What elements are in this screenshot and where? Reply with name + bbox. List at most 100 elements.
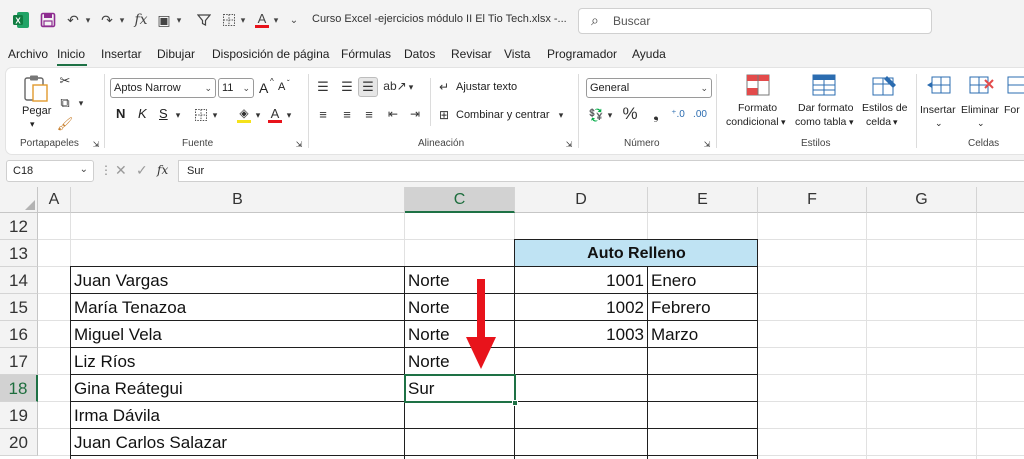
row-header-17[interactable]: 17: [0, 348, 38, 375]
redo-icon[interactable]: ↷: [96, 10, 118, 30]
underline-dropdown-icon[interactable]: ▾: [173, 108, 183, 122]
insert-button[interactable]: Insertar: [920, 104, 956, 116]
font-size-select[interactable]: 11 ⌄: [218, 78, 254, 98]
insert-function-icon[interactable]: fx: [157, 163, 168, 177]
cell-e15[interactable]: Febrero: [648, 294, 757, 321]
copy-icon[interactable]: ⧉: [56, 94, 74, 112]
paste-dropdown-icon[interactable]: ▾: [30, 119, 35, 130]
row-header-19[interactable]: 19: [0, 402, 38, 429]
tab-vista[interactable]: Vista: [504, 47, 530, 61]
tab-dibujar[interactable]: Dibujar: [157, 47, 195, 61]
column-header-e[interactable]: E: [648, 187, 758, 213]
align-center-icon[interactable]: ≡: [338, 105, 356, 123]
font-color-icon[interactable]: A: [253, 10, 271, 30]
wrap-text-button[interactable]: Ajustar texto: [456, 81, 517, 93]
customize-toolbar-icon[interactable]: ⌄: [288, 10, 300, 30]
insert-cells-icon[interactable]: [926, 74, 952, 98]
font-color-dropdown-icon[interactable]: ▾: [271, 10, 281, 30]
row-header-15[interactable]: 15: [0, 294, 38, 321]
cell-d14[interactable]: 1001: [515, 267, 647, 294]
save-icon[interactable]: [38, 10, 58, 30]
align-middle-icon[interactable]: ☰: [338, 78, 356, 96]
align-bottom-icon[interactable]: ☰: [358, 77, 378, 97]
align-right-icon[interactable]: ≡: [360, 105, 378, 123]
name-box[interactable]: C18 ⌄: [6, 160, 94, 182]
decrease-indent-icon[interactable]: ⇤: [384, 105, 402, 123]
cell-c19[interactable]: [405, 402, 514, 429]
row-header-12[interactable]: 12: [0, 213, 38, 240]
column-header-a[interactable]: A: [38, 187, 71, 213]
cell-styles-label1[interactable]: Estilos de: [862, 102, 908, 114]
align-top-icon[interactable]: ☰: [314, 78, 332, 96]
format-as-table-label2[interactable]: como tabla: [795, 116, 846, 128]
merge-center-icon[interactable]: ⊞: [436, 106, 452, 124]
portapapeles-launcher-icon[interactable]: ⇲: [91, 138, 101, 150]
undo-dropdown-icon[interactable]: ▾: [83, 10, 93, 30]
row-header-13[interactable]: 13: [0, 240, 38, 267]
select-all-corner[interactable]: [0, 187, 38, 213]
tab-archivo[interactable]: Archivo: [8, 47, 48, 61]
tab-disposicion[interactable]: Disposición de página: [212, 47, 329, 61]
paste-icon[interactable]: [22, 74, 50, 104]
borders-button-icon[interactable]: [192, 106, 210, 124]
orientation-dropdown-icon[interactable]: ▾: [406, 80, 416, 94]
font-color-ribbon-dropdown-icon[interactable]: ▾: [284, 108, 294, 122]
excel-icon[interactable]: X: [10, 10, 32, 30]
tab-inicio[interactable]: Inicio: [57, 47, 85, 61]
delete-cells-icon[interactable]: [968, 74, 994, 98]
column-header-next[interactable]: [977, 187, 1024, 213]
bold-button[interactable]: N: [116, 106, 125, 121]
cell-styles-icon[interactable]: [872, 74, 898, 98]
formula-input[interactable]: Sur: [178, 160, 1024, 182]
row-header-14[interactable]: 14: [0, 267, 38, 294]
delete-dropdown-icon[interactable]: ⌄: [977, 118, 985, 129]
format-cells-icon[interactable]: [1006, 74, 1024, 98]
redo-dropdown-icon[interactable]: ▾: [117, 10, 127, 30]
cell-b16[interactable]: Miguel Vela: [71, 321, 404, 348]
row-header-18[interactable]: 18: [0, 375, 38, 402]
cell-e16[interactable]: Marzo: [648, 321, 757, 348]
orientation-icon[interactable]: ab↗: [383, 77, 406, 95]
conditional-format-icon[interactable]: [746, 74, 772, 98]
cell-b14[interactable]: Juan Vargas: [71, 267, 404, 294]
grow-font-button[interactable]: A: [259, 80, 268, 96]
column-header-d[interactable]: D: [515, 187, 648, 213]
cell-b15[interactable]: María Tenazoa: [71, 294, 404, 321]
filter-icon[interactable]: [194, 10, 214, 30]
cell-styles-dropdown-icon[interactable]: ▾: [893, 117, 898, 128]
fill-color-icon[interactable]: ◈: [234, 105, 254, 125]
fuente-launcher-icon[interactable]: ⇲: [294, 138, 304, 150]
cancel-entry-icon[interactable]: ✕: [115, 162, 127, 179]
formula-bar-more-icon[interactable]: ⋮: [100, 163, 112, 177]
borders-icon[interactable]: [219, 10, 239, 30]
cell-b19[interactable]: Irma Dávila: [71, 402, 404, 429]
tab-revisar[interactable]: Revisar: [451, 47, 492, 61]
alineacion-launcher-icon[interactable]: ⇲: [564, 138, 574, 150]
cell-styles-label2[interactable]: celda: [866, 116, 891, 128]
percent-icon[interactable]: %: [620, 104, 640, 124]
font-color-ribbon-icon[interactable]: A: [266, 105, 284, 125]
fill-color-dropdown-icon[interactable]: ▾: [253, 108, 263, 122]
font-name-select[interactable]: Aptos Narrow ⌄: [110, 78, 216, 98]
shrink-font-button[interactable]: A: [278, 81, 285, 93]
conditional-format-label2[interactable]: condicional: [726, 116, 779, 128]
merge-center-button[interactable]: Combinar y centrar: [456, 109, 550, 121]
undo-icon[interactable]: ↶: [62, 10, 84, 30]
tab-ayuda[interactable]: Ayuda: [632, 47, 666, 61]
function-icon[interactable]: fx: [131, 10, 151, 30]
column-header-g[interactable]: G: [867, 187, 977, 213]
align-left-icon[interactable]: ≡: [314, 105, 332, 123]
comma-style-icon[interactable]: ❟: [646, 105, 666, 123]
cut-icon[interactable]: ✂: [56, 72, 74, 90]
cell-c20[interactable]: [405, 429, 514, 456]
name-box-dropdown-icon[interactable]: ⌄: [80, 164, 88, 175]
conditional-format-dropdown-icon[interactable]: ▾: [781, 117, 786, 128]
decrease-decimal-icon[interactable]: .00: [690, 105, 710, 123]
column-header-f[interactable]: F: [758, 187, 867, 213]
format-as-table-icon[interactable]: [812, 74, 838, 98]
confirm-entry-icon[interactable]: ✓: [136, 162, 148, 179]
increase-indent-icon[interactable]: ⇥: [406, 105, 424, 123]
tab-programador[interactable]: Programador: [547, 47, 617, 61]
delete-button[interactable]: Eliminar: [961, 104, 999, 116]
borders-button-dropdown-icon[interactable]: ▾: [210, 108, 220, 122]
